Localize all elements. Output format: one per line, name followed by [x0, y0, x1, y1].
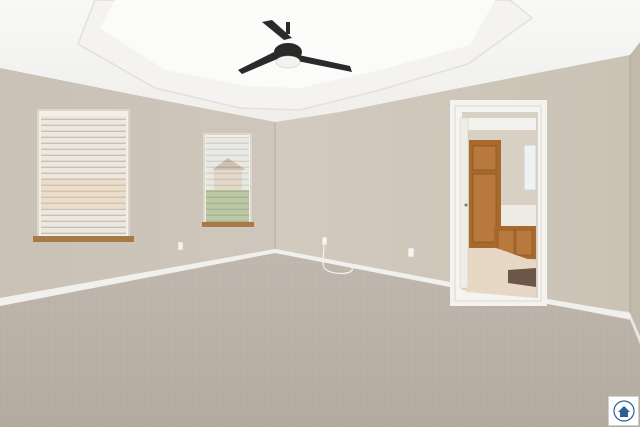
- outlet: [177, 241, 184, 251]
- room-photo: [0, 0, 640, 427]
- door: [459, 117, 469, 289]
- watermark-badge: [608, 396, 639, 426]
- right-wall: [630, 42, 640, 340]
- fan-light: [275, 55, 301, 69]
- window-sill-left: [33, 236, 134, 242]
- window-middle: [202, 133, 254, 227]
- window-left: [33, 109, 134, 242]
- outlet: [407, 247, 415, 258]
- bathroom-doorway: [450, 100, 547, 306]
- house-logo-icon: [612, 400, 635, 422]
- window-sill-middle: [202, 222, 254, 227]
- outlet: [321, 236, 328, 246]
